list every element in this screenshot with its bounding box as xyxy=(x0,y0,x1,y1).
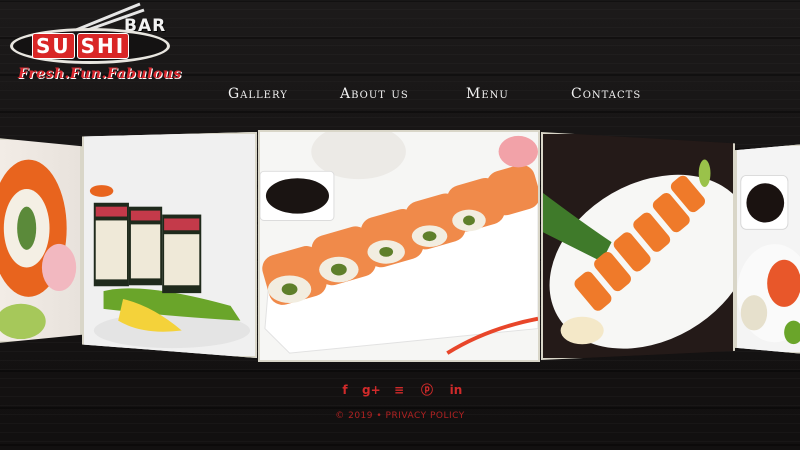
site-logo[interactable]: BAR SU SHI Fresh.Fun.Fabulous xyxy=(8,2,188,88)
logo-sushi-text: SU SHI xyxy=(32,33,131,59)
nav-menu[interactable]: Menu xyxy=(466,86,509,102)
nav-contacts[interactable]: Contacts xyxy=(571,86,641,102)
main-nav: Gallery About us Menu Contacts xyxy=(0,86,800,106)
linkedin-icon[interactable]: in xyxy=(447,381,465,399)
logo-tagline: Fresh.Fun.Fabulous xyxy=(18,66,182,82)
pinterest-icon[interactable]: ⓟ xyxy=(418,381,436,399)
gallery-image-4[interactable] xyxy=(541,132,735,360)
nav-about-us[interactable]: About us xyxy=(340,86,409,102)
google-plus-icon[interactable]: g+ xyxy=(362,381,381,399)
gallery-image-1[interactable] xyxy=(0,138,82,343)
gallery-image-5[interactable] xyxy=(735,144,800,354)
logo-letters-2: SHI xyxy=(76,33,130,59)
gallery-image-3[interactable] xyxy=(258,130,540,362)
rss-icon[interactable]: ≡ xyxy=(390,381,408,399)
nav-gallery[interactable]: Gallery xyxy=(228,86,288,102)
social-links: f g+ ≡ ⓟ in xyxy=(0,381,800,399)
logo-letters-1: SU xyxy=(32,33,75,59)
facebook-icon[interactable]: f xyxy=(336,381,354,399)
image-carousel xyxy=(0,130,800,365)
copyright-text: © 2019 • xyxy=(335,411,383,421)
footer-copyright: © 2019 • PRIVACY POLICY xyxy=(0,411,800,421)
privacy-policy-link[interactable]: PRIVACY POLICY xyxy=(386,411,465,421)
gallery-image-2[interactable] xyxy=(82,132,257,358)
